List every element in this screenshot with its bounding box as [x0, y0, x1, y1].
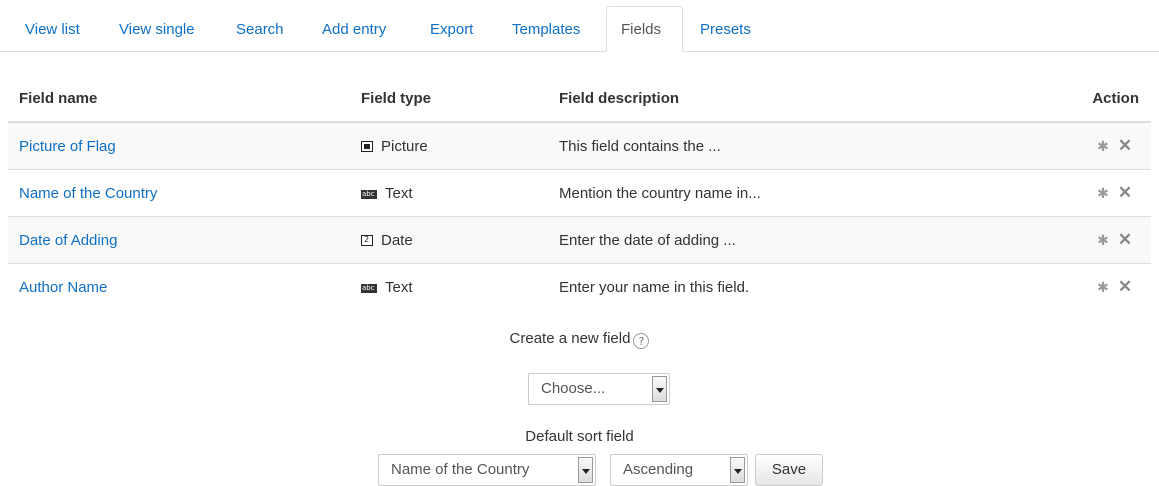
table-row: Name of the Country Text Mention the cou… — [8, 169, 1151, 217]
table-row: Author Name Text Enter your name in this… — [8, 263, 1151, 310]
default-sort-label: Default sort field — [525, 428, 634, 445]
field-type-cell: Picture — [350, 121, 548, 170]
field-type-label: Picture — [381, 137, 428, 155]
tab-fields[interactable]: Fields — [606, 6, 683, 52]
field-name-link[interactable]: Date of Adding — [19, 232, 117, 249]
tab-view-list[interactable]: View list — [25, 8, 80, 52]
picture-icon — [361, 140, 373, 152]
field-type-label: Text — [385, 278, 413, 296]
chevron-down-icon — [578, 457, 593, 483]
create-field-label: Create a new field — [509, 330, 631, 347]
table-header-row: Field name Field type Field description … — [8, 75, 1151, 123]
field-type-cell: Date — [350, 216, 548, 264]
field-description: This field contains the ... — [548, 121, 948, 170]
field-type-cell: Text — [350, 169, 548, 217]
fields-table: Field name Field type Field description … — [8, 75, 1151, 310]
column-header-field-description: Field description — [548, 75, 948, 123]
column-header-field-type: Field type — [350, 75, 548, 123]
close-icon[interactable]: ✕ — [1117, 136, 1133, 156]
tab-add-entry[interactable]: Add entry — [322, 8, 386, 52]
new-field-type-select[interactable]: Choose... — [528, 373, 670, 405]
field-name-link[interactable]: Author Name — [19, 279, 107, 296]
action-cell: ✱ ✕ — [948, 121, 1151, 170]
close-icon[interactable]: ✕ — [1117, 183, 1133, 203]
create-field-row: Create a new field? — [0, 330, 1159, 349]
gear-icon[interactable]: ✱ — [1095, 138, 1111, 155]
tab-view-single[interactable]: View single — [119, 8, 195, 52]
new-field-select-value: Choose... — [541, 380, 606, 397]
text-icon — [361, 283, 377, 293]
field-type-label: Text — [385, 184, 413, 202]
text-icon — [361, 189, 377, 199]
sort-field-select-value: Name of the Country — [391, 461, 530, 478]
field-description: Enter the date of adding ... — [548, 216, 948, 264]
tab-templates[interactable]: Templates — [512, 8, 580, 52]
column-header-action: Action — [948, 75, 1151, 123]
field-description: Enter your name in this field. — [548, 263, 948, 310]
table-row: Date of Adding Date Enter the date of ad… — [8, 216, 1151, 264]
action-cell: ✱ ✕ — [948, 263, 1151, 310]
tab-presets[interactable]: Presets — [700, 8, 751, 52]
field-description: Mention the country name in... — [548, 169, 948, 217]
field-name-link[interactable]: Name of the Country — [19, 185, 157, 202]
tab-bar: View list View single Search Add entry E… — [0, 0, 1159, 52]
column-header-field-name: Field name — [8, 75, 350, 123]
close-icon[interactable]: ✕ — [1117, 277, 1133, 297]
question-mark-icon[interactable]: ? — [633, 333, 650, 349]
chevron-down-icon — [652, 376, 667, 402]
action-cell: ✱ ✕ — [948, 169, 1151, 217]
sort-order-select-value: Ascending — [623, 461, 694, 478]
sort-order-select[interactable]: Ascending — [610, 454, 748, 486]
field-type-label: Date — [381, 231, 413, 249]
field-type-cell: Text — [350, 263, 548, 310]
tab-search[interactable]: Search — [236, 8, 284, 52]
date-icon — [361, 234, 373, 246]
gear-icon[interactable]: ✱ — [1095, 232, 1111, 249]
sort-field-select[interactable]: Name of the Country — [378, 454, 596, 486]
tab-export[interactable]: Export — [430, 8, 473, 52]
gear-icon[interactable]: ✱ — [1095, 279, 1111, 296]
gear-icon[interactable]: ✱ — [1095, 185, 1111, 202]
field-name-link[interactable]: Picture of Flag — [19, 138, 116, 155]
table-row: Picture of Flag Picture This field conta… — [8, 121, 1151, 170]
save-button[interactable]: Save — [755, 454, 823, 486]
chevron-down-icon — [730, 457, 745, 483]
action-cell: ✱ ✕ — [948, 216, 1151, 264]
close-icon[interactable]: ✕ — [1117, 230, 1133, 250]
